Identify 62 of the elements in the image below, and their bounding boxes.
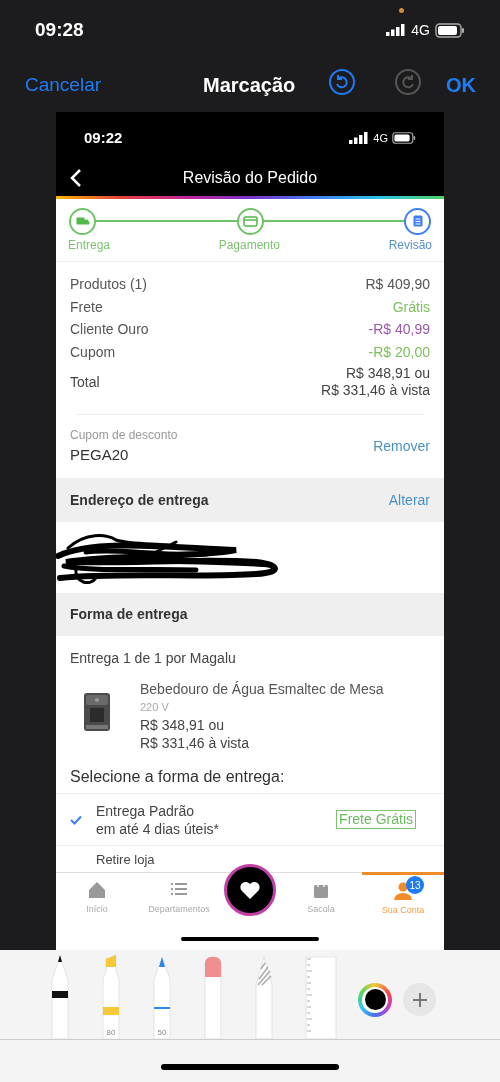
tab-item[interactable]: Sacola	[280, 873, 362, 922]
page-title: Revisão do Pedido	[182, 168, 318, 188]
summary-value: Grátis	[392, 297, 430, 317]
product-name: Bebedouro de Água Esmaltec de Mesa	[140, 680, 384, 698]
color-picker-button[interactable]	[358, 982, 392, 1017]
summary-label: Cliente Ouro	[70, 320, 149, 340]
shipment-label: Entrega 1 de 1 por Magalu	[70, 648, 236, 668]
option-name[interactable]: Retire loja	[96, 851, 155, 868]
product-variant: 220 V	[140, 700, 170, 715]
plus-icon	[411, 991, 428, 1008]
delivery-prompt: Selecione a forma de entrega:	[70, 766, 285, 787]
option-detail: em até 4 dias úteis*	[96, 819, 220, 838]
summary-label: Frete	[70, 297, 103, 317]
step-label: Revisão	[388, 237, 432, 254]
status-time: 09:28	[35, 17, 84, 42]
summary-label: Cupom	[70, 342, 116, 362]
heart-button[interactable]	[224, 864, 276, 916]
total-value: R$ 331,46 à vista	[321, 382, 430, 399]
done-button[interactable]: OK	[446, 70, 476, 100]
section-title: Endereço de entrega	[70, 490, 209, 510]
signal-icon	[386, 24, 407, 36]
check-icon	[70, 814, 82, 825]
notification-badge: 13	[406, 876, 424, 894]
total-label: Total	[70, 372, 100, 392]
change-link[interactable]: Alterar	[388, 489, 430, 511]
remove-link[interactable]: Remover	[373, 436, 430, 457]
summary-value: -R$ 40,99	[368, 320, 430, 340]
battery-icon	[435, 22, 465, 38]
product-price: R$ 348,91 ou	[140, 716, 226, 734]
step-label: Entrega	[68, 237, 111, 254]
total-value: R$ 348,91 ou	[345, 365, 430, 382]
tab-item[interactable]: Início	[56, 873, 138, 922]
tab-item[interactable]: Sua Conta 13	[362, 872, 444, 922]
summary-label: Produtos (1)	[70, 275, 148, 295]
tool-size-label: 80	[105, 1028, 117, 1037]
summary-value: R$ 409,90	[365, 275, 430, 295]
markup-title: Marcação	[203, 73, 296, 98]
network-label: 4G	[373, 130, 388, 146]
tab-item[interactable]: Departamentos	[138, 873, 220, 922]
add-button[interactable]	[403, 983, 436, 1016]
list-icon	[412, 215, 423, 227]
card-icon	[242, 215, 258, 227]
battery-icon	[392, 132, 416, 144]
back-button[interactable]	[68, 168, 84, 188]
cancel-button[interactable]: Cancelar	[25, 70, 102, 100]
product-price: R$ 331,46 à vista	[140, 734, 250, 752]
redo-button[interactable]	[394, 67, 422, 96]
coupon-code: PEGA20	[70, 445, 130, 466]
delivery-option[interactable]: Entrega Padrão em até 4 dias úteis* Frete Grátis	[56, 794, 444, 846]
section-title: Forma de entrega	[70, 605, 188, 624]
network-label: 4G	[411, 20, 430, 40]
heart-icon	[239, 880, 261, 900]
summary-value: -R$ 20,00	[368, 342, 430, 362]
signal-icon	[349, 132, 370, 144]
free-shipping-badge: Frete Grátis	[336, 810, 416, 829]
truck-icon	[75, 217, 90, 225]
option-name: Entrega Padrão	[96, 801, 196, 820]
undo-button[interactable]	[328, 67, 356, 96]
step-label: Pagamento	[218, 237, 281, 254]
coupon-label: Cupom de desconto	[70, 427, 178, 445]
tool-size-label: 50	[156, 1028, 168, 1037]
status-time: 09:22	[84, 127, 123, 148]
